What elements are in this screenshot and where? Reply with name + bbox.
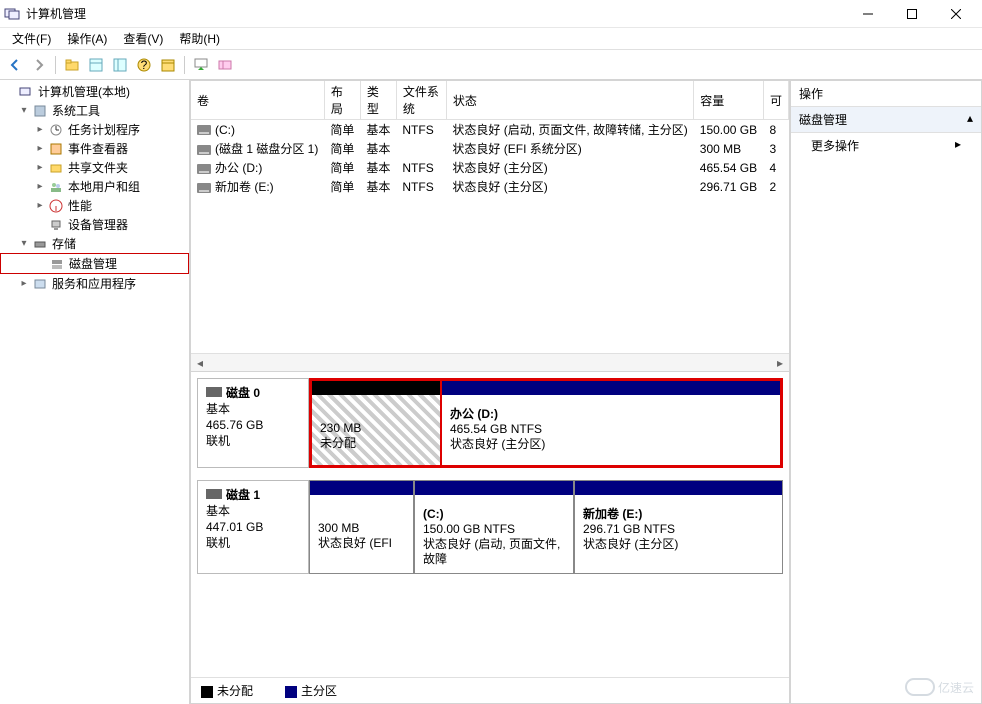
tree-root[interactable]: 计算机管理(本地): [0, 82, 189, 101]
legend-unallocated-swatch: [201, 686, 213, 698]
tool-panel-icon[interactable]: [214, 54, 236, 76]
disk0-info: 磁盘 0 基本 465.76 GB 联机: [197, 378, 309, 468]
horizontal-scrollbar[interactable]: ◂ ▸: [191, 353, 789, 371]
tool-help-icon[interactable]: ?: [133, 54, 155, 76]
actions-disk-mgmt[interactable]: 磁盘管理▴: [791, 107, 981, 133]
disk0-unallocated[interactable]: 230 MB 未分配: [311, 380, 441, 466]
scroll-left-icon[interactable]: ◂: [191, 355, 209, 371]
drive-icon: [197, 125, 211, 135]
maximize-button[interactable]: [890, 0, 934, 28]
tree-services-apps[interactable]: ▸服务和应用程序: [0, 274, 189, 293]
tree-system-tools[interactable]: ▾系统工具: [0, 101, 189, 120]
window-title: 计算机管理: [26, 5, 846, 22]
tree-event-viewer[interactable]: ▸事件查看器: [0, 139, 189, 158]
col-type[interactable]: 类型: [360, 81, 396, 120]
title-bar: 计算机管理: [0, 0, 982, 28]
close-button[interactable]: [934, 0, 978, 28]
volume-row[interactable]: (C:)简单基本NTFS状态良好 (启动, 页面文件, 故障转储, 主分区)15…: [191, 120, 789, 140]
center-panel: 卷 布局 类型 文件系统 状态 容量 可 (C:)简单基本NTFS状态良好 (启…: [190, 80, 791, 704]
tree-task-scheduler[interactable]: ▸任务计划程序: [0, 120, 189, 139]
disk1-partition-c[interactable]: (C:) 150.00 GB NTFS 状态良好 (启动, 页面文件, 故障: [414, 480, 574, 574]
watermark: 亿速云: [905, 678, 974, 696]
col-free[interactable]: 可: [763, 81, 788, 120]
tree-local-users[interactable]: ▸本地用户和组: [0, 177, 189, 196]
disk-row-1[interactable]: 磁盘 1 基本 447.01 GB 联机 300 MB 状态良好 (EFI: [191, 474, 789, 580]
volume-row[interactable]: (磁盘 1 磁盘分区 1)简单基本状态良好 (EFI 系统分区)300 MB3: [191, 139, 789, 158]
tree-panel[interactable]: 计算机管理(本地) ▾系统工具 ▸任务计划程序 ▸事件查看器 ▸共享文件夹 ▸本…: [0, 80, 190, 704]
disk-icon: [206, 387, 222, 397]
app-icon: [4, 6, 20, 22]
menu-file[interactable]: 文件(F): [4, 28, 59, 49]
drive-icon: [197, 145, 211, 155]
tree-disk-management[interactable]: 磁盘管理: [0, 253, 189, 274]
tool-refresh-icon[interactable]: [190, 54, 212, 76]
disk1-info: 磁盘 1 基本 447.01 GB 联机: [197, 480, 309, 574]
chevron-right-icon: ▸: [955, 137, 961, 154]
col-status[interactable]: 状态: [446, 81, 693, 120]
disk1-partition-e[interactable]: 新加卷 (E:) 296.71 GB NTFS 状态良好 (主分区): [574, 480, 783, 574]
menu-help[interactable]: 帮助(H): [171, 28, 228, 49]
tool-schedule-icon[interactable]: [157, 54, 179, 76]
toolbar: ?: [0, 50, 982, 80]
menu-action[interactable]: 操作(A): [59, 28, 115, 49]
forward-button[interactable]: [28, 54, 50, 76]
disk1-efi[interactable]: 300 MB 状态良好 (EFI: [309, 480, 414, 574]
tree-shared-folders[interactable]: ▸共享文件夹: [0, 158, 189, 177]
volume-row[interactable]: 新加卷 (E:)简单基本NTFS状态良好 (主分区)296.71 GB2: [191, 177, 789, 196]
actions-header: 操作: [791, 81, 981, 107]
tool-view1-icon[interactable]: [85, 54, 107, 76]
col-volume[interactable]: 卷: [191, 81, 324, 120]
tool-view2-icon[interactable]: [109, 54, 131, 76]
legend: 未分配 主分区: [191, 677, 789, 703]
minimize-button[interactable]: [846, 0, 890, 28]
menubar: 文件(F) 操作(A) 查看(V) 帮助(H): [0, 28, 982, 50]
scroll-right-icon[interactable]: ▸: [771, 355, 789, 371]
menu-view[interactable]: 查看(V): [115, 28, 171, 49]
actions-more[interactable]: 更多操作▸: [791, 133, 981, 158]
actions-panel: 操作 磁盘管理▴ 更多操作▸: [791, 80, 982, 704]
collapse-icon: ▴: [967, 111, 973, 128]
legend-primary-swatch: [285, 686, 297, 698]
tree-device-manager[interactable]: 设备管理器: [0, 215, 189, 234]
drive-icon: [197, 183, 211, 193]
volume-row[interactable]: 办公 (D:)简单基本NTFS状态良好 (主分区)465.54 GB4: [191, 158, 789, 177]
disk-graphical-view[interactable]: 磁盘 0 基本 465.76 GB 联机 230 MB 未分配: [190, 372, 790, 704]
drive-icon: [197, 164, 211, 174]
col-layout[interactable]: 布局: [324, 81, 360, 120]
back-button[interactable]: [4, 54, 26, 76]
cloud-icon: [905, 678, 935, 696]
col-capacity[interactable]: 容量: [694, 81, 764, 120]
tool-folder-icon[interactable]: [61, 54, 83, 76]
volume-list[interactable]: 卷 布局 类型 文件系统 状态 容量 可 (C:)简单基本NTFS状态良好 (启…: [190, 80, 790, 372]
disk0-partition-d[interactable]: 办公 (D:) 465.54 GB NTFS 状态良好 (主分区): [441, 380, 781, 466]
disk-icon: [206, 489, 222, 499]
tree-performance[interactable]: ▸性能: [0, 196, 189, 215]
col-filesystem[interactable]: 文件系统: [396, 81, 446, 120]
disk-row-0[interactable]: 磁盘 0 基本 465.76 GB 联机 230 MB 未分配: [191, 372, 789, 474]
svg-text:?: ?: [141, 58, 148, 72]
tree-storage[interactable]: ▾存储: [0, 234, 189, 253]
